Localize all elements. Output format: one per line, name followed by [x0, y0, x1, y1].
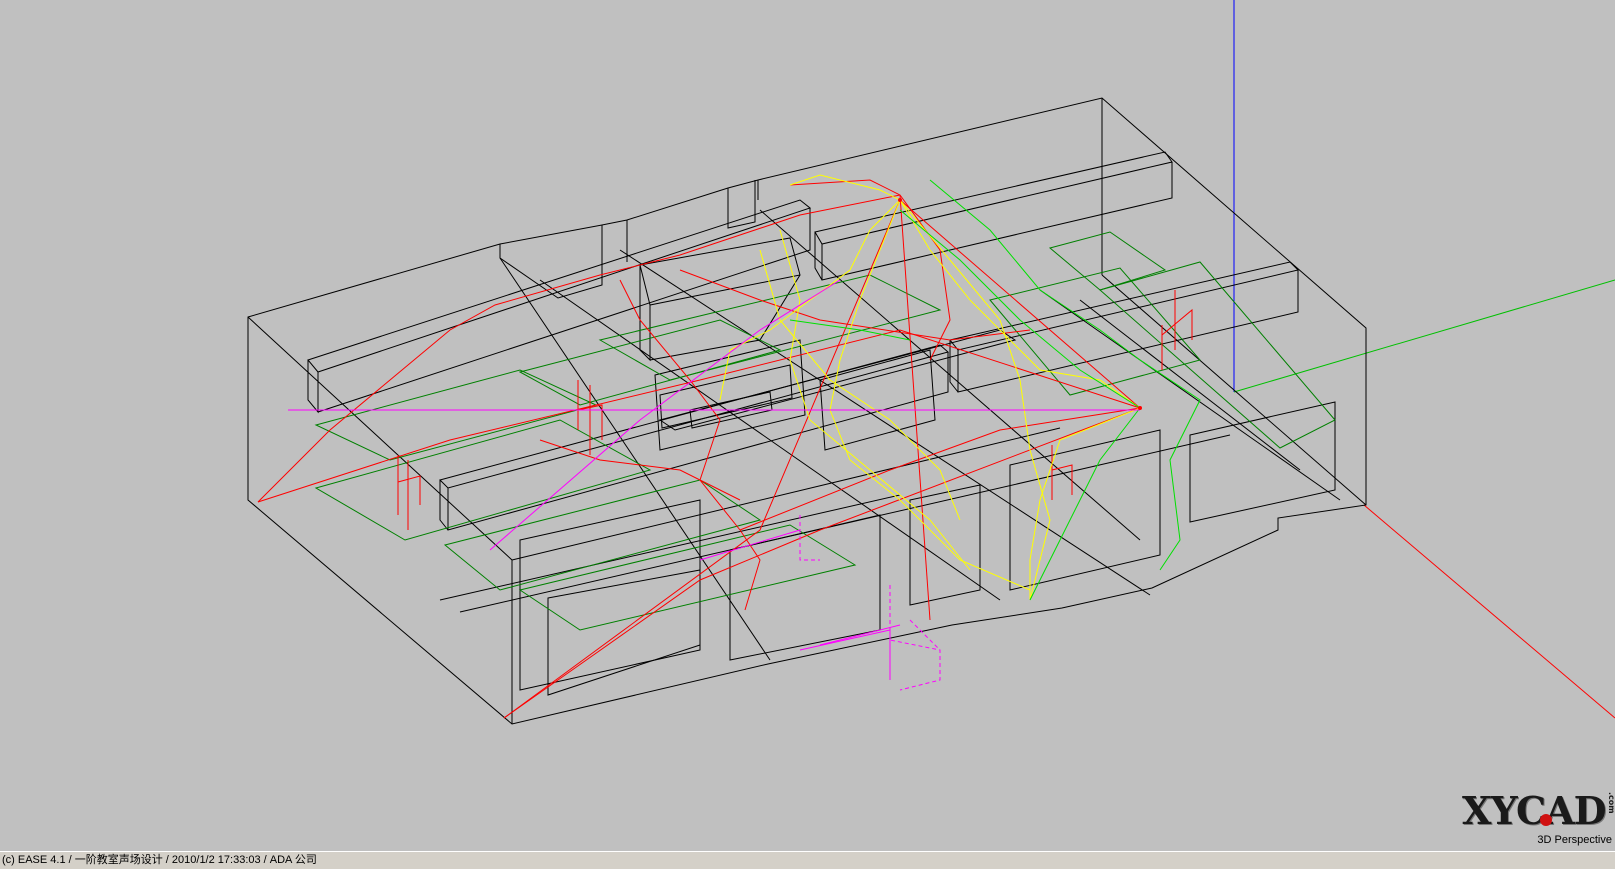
ray-paths-red	[257, 179, 1142, 719]
ray-paths-green	[789, 179, 1201, 601]
logo-suffix: .com	[1607, 792, 1615, 814]
logo-text: XYCAD	[1462, 788, 1607, 833]
xycad-logo: XYCAD .com	[1462, 788, 1615, 838]
view-mode-label: 3D Perspective	[1537, 834, 1612, 846]
x-axis	[1363, 504, 1615, 719]
floor-areas	[314, 231, 1336, 631]
status-bar: (c) EASE 4.1 / 一阶教室声场设计 / 2010/1/2 17:33…	[0, 851, 1615, 869]
axes	[1233, 0, 1615, 719]
status-bar-text: (c) EASE 4.1 / 一阶教室声场设计 / 2010/1/2 17:33…	[2, 854, 317, 866]
y-axis	[1233, 279, 1615, 393]
music-note-icon	[1540, 814, 1552, 826]
wireframe-canvas[interactable]	[0, 0, 1615, 851]
3d-viewport[interactable]: XYCAD .com 3D Perspective	[0, 0, 1615, 851]
